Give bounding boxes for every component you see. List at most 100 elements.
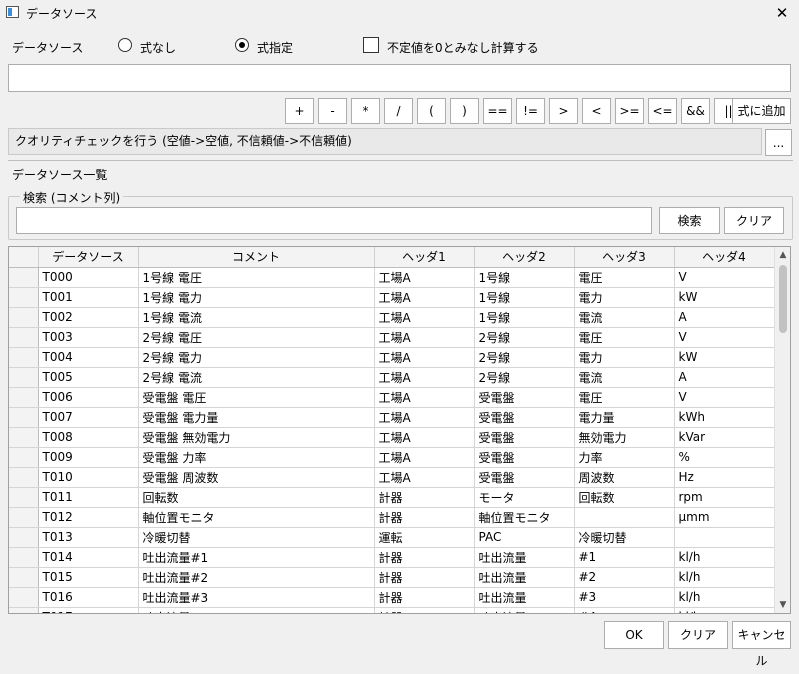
table-cell[interactable]: V [674,387,775,408]
table-cell[interactable]: kl/h [674,587,775,608]
table-cell[interactable]: 工場A [374,267,475,288]
table-cell[interactable]: 計器 [374,487,475,508]
table-cell[interactable]: 2号線 電流 [138,367,375,388]
add-to-expression-button[interactable]: 式に追加 [732,98,791,124]
table-cell[interactable]: T000 [38,267,139,288]
table-cell[interactable]: 軸位置モニタ [138,507,375,528]
table-row[interactable]: T017吐出流量#4計器吐出流量#4kl/h [9,607,775,613]
table-cell[interactable]: 工場A [374,447,475,468]
table-cell[interactable]: T009 [38,447,139,468]
row-header[interactable] [9,307,39,328]
table-cell[interactable]: Hz [674,467,775,488]
table-cell[interactable]: 周波数 [574,467,675,488]
column-header[interactable]: ヘッダ3 [574,247,675,268]
table-cell[interactable]: 受電盤 [474,427,575,448]
table-cell[interactable]: T008 [38,427,139,448]
table-row[interactable]: T012 軸位置モニタ 計器 軸位置モニタ μmm [9,507,775,528]
table-cell[interactable]: 工場A [374,407,475,428]
row-header[interactable] [9,547,39,568]
table-cell[interactable]: T006 [38,387,139,408]
table-cell[interactable]: T016 [38,587,139,608]
table-row[interactable]: T015 吐出流量#2 計器 吐出流量 #2 kl/h [9,567,775,588]
operator-button[interactable]: == [483,98,512,124]
table-cell[interactable]: 電流 [574,367,675,388]
table-cell[interactable]: モータ [474,487,575,508]
clear-button[interactable]: クリア [668,621,728,649]
table-cell[interactable]: 電圧 [574,267,675,288]
table-cell[interactable]: 受電盤 電力量 [138,407,375,428]
table-cell[interactable]: 吐出流量 [474,607,575,613]
table-cell[interactable]: 1号線 [474,267,575,288]
table-cell[interactable]: 受電盤 [474,407,575,428]
table-cell[interactable]: 無効電力 [574,427,675,448]
table-cell[interactable]: 軸位置モニタ [474,507,575,528]
table-cell[interactable]: T007 [38,407,139,428]
row-header[interactable] [9,447,39,468]
table-cell[interactable]: 工場A [374,347,475,368]
table-cell[interactable]: PAC [474,527,575,548]
table-cell[interactable]: 電圧 [574,387,675,408]
search-button[interactable]: 検索 [659,207,720,234]
operator-button[interactable]: >= [615,98,644,124]
table-cell[interactable]: 電圧 [574,327,675,348]
table-cell[interactable] [674,527,775,548]
operator-button[interactable]: + [285,98,314,124]
operator-button[interactable]: != [516,98,545,124]
table-cell[interactable]: kl/h [674,547,775,568]
row-header[interactable] [9,527,39,548]
table-cell[interactable]: 電流 [574,307,675,328]
scroll-down-icon[interactable]: ▼ [775,597,790,613]
row-header[interactable] [9,587,39,608]
table-cell[interactable]: 受電盤 無効電力 [138,427,375,448]
table-cell[interactable]: 計器 [374,507,475,528]
table-row[interactable]: T000 1号線 電圧 工場A 1号線 電圧 V [9,267,775,288]
table-cell[interactable]: A [674,367,775,388]
table-cell[interactable]: 吐出流量 [474,567,575,588]
table-cell[interactable]: 受電盤 力率 [138,447,375,468]
table-cell[interactable]: #1 [574,547,675,568]
vertical-scrollbar[interactable]: ▲ ▼ [774,247,790,613]
table-cell[interactable]: 計器 [374,607,475,613]
table-cell[interactable]: kVar [674,427,775,448]
table-cell[interactable]: 1号線 [474,287,575,308]
table-cell[interactable]: 1号線 電力 [138,287,375,308]
table-cell[interactable]: T015 [38,567,139,588]
table-cell[interactable]: 吐出流量#2 [138,567,375,588]
row-header[interactable] [9,387,39,408]
table-cell[interactable]: 吐出流量#3 [138,587,375,608]
scroll-up-icon[interactable]: ▲ [775,247,790,263]
table-cell[interactable]: kW [674,347,775,368]
table-cell[interactable]: 冷暖切替 [138,527,375,548]
close-button[interactable]: ✕ [765,0,799,26]
column-header[interactable]: ヘッダ2 [474,247,575,268]
table-cell[interactable]: T011 [38,487,139,508]
radio-no-formula[interactable] [118,38,132,52]
table-cell[interactable]: A [674,307,775,328]
row-header[interactable] [9,267,39,288]
table-row[interactable]: T007 受電盤 電力量 工場A 受電盤 電力量 kWh [9,407,775,428]
row-header[interactable] [9,507,39,528]
quality-check-browse-button[interactable]: ... [765,129,792,156]
table-cell[interactable]: T001 [38,287,139,308]
table-cell[interactable]: 回転数 [138,487,375,508]
table-cell[interactable]: 計器 [374,587,475,608]
table-cell[interactable]: T003 [38,327,139,348]
table-cell[interactable]: 工場A [374,307,475,328]
operator-button[interactable]: <= [648,98,677,124]
table-cell[interactable]: 1号線 電流 [138,307,375,328]
operator-button[interactable]: / [384,98,413,124]
operator-button[interactable]: * [351,98,380,124]
table-row[interactable]: T004 2号線 電力 工場A 2号線 電力 kW [9,347,775,368]
table-cell[interactable]: 計器 [374,547,475,568]
table-cell[interactable]: T004 [38,347,139,368]
table-row[interactable]: T010 受電盤 周波数 工場A 受電盤 周波数 Hz [9,467,775,488]
table-cell[interactable]: T010 [38,467,139,488]
table-cell[interactable]: 電力 [574,347,675,368]
table-cell[interactable]: 2号線 [474,327,575,348]
table-cell[interactable]: 工場A [374,427,475,448]
table-cell[interactable]: μmm [674,507,775,528]
table-cell[interactable]: #2 [574,567,675,588]
table-cell[interactable]: 運転 [374,527,475,548]
table-cell[interactable]: 2号線 電力 [138,347,375,368]
column-header[interactable]: データソース [38,247,139,268]
